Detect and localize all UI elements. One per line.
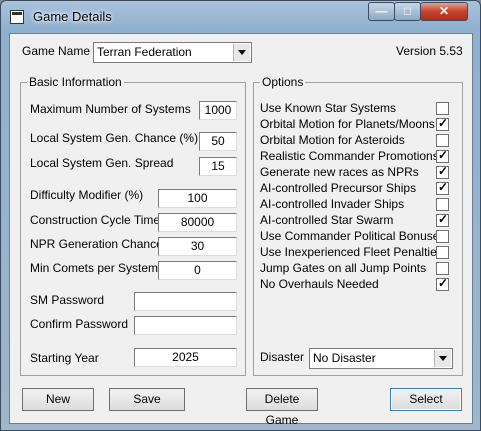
local-gen-chance-input[interactable]: 50 xyxy=(199,132,237,151)
option-checkbox[interactable] xyxy=(436,212,449,227)
option-checkbox[interactable] xyxy=(436,134,449,147)
option-label: Generate new races as NPRs xyxy=(260,165,419,179)
option-row[interactable]: AI-controlled Precursor Ships xyxy=(260,180,456,196)
close-icon: ✕ xyxy=(438,4,450,18)
basic-information-group: Basic Information Maximum Number of Syst… xyxy=(20,75,246,376)
option-label: Use Inexperienced Fleet Penalties xyxy=(260,245,443,259)
local-gen-chance-label: Local System Gen. Chance (%) xyxy=(30,131,199,145)
npr-generation-label: NPR Generation Chance xyxy=(30,237,163,251)
max-systems-label: Maximum Number of Systems xyxy=(30,102,191,116)
save-button[interactable]: Save xyxy=(109,388,185,411)
option-label: No Overhauls Needed xyxy=(260,277,379,291)
disaster-label: Disaster xyxy=(260,350,305,364)
sm-password-input[interactable] xyxy=(134,292,237,311)
starting-year-input[interactable]: 2025 xyxy=(134,348,237,367)
option-label: Realistic Commander Promotions xyxy=(260,149,439,163)
delete-game-button[interactable]: Delete Game xyxy=(246,388,318,427)
game-name-value: Terran Federation xyxy=(97,45,192,59)
difficulty-modifier-label: Difficulty Modifier (%) xyxy=(30,188,144,202)
close-button[interactable]: ✕ xyxy=(420,2,468,21)
option-checkbox[interactable] xyxy=(436,116,449,131)
option-checkbox[interactable] xyxy=(436,246,449,259)
option-row[interactable]: AI-controlled Invader Ships xyxy=(260,197,456,212)
confirm-password-input[interactable] xyxy=(134,316,237,335)
option-row[interactable]: AI-controlled Star Swarm xyxy=(260,212,456,228)
basic-information-legend: Basic Information xyxy=(27,75,124,89)
confirm-password-label: Confirm Password xyxy=(30,317,129,331)
disaster-value: No Disaster xyxy=(313,351,376,365)
option-row[interactable]: No Overhauls Needed xyxy=(260,276,456,292)
dialog-body: Game Name Terran Federation Version 5.53… xyxy=(9,33,473,427)
option-checkbox[interactable] xyxy=(436,262,449,275)
option-row[interactable]: Use Inexperienced Fleet Penalties xyxy=(260,245,456,260)
option-label: AI-controlled Precursor Ships xyxy=(260,181,417,195)
options-group: Options Use Known Star Systems Orbital Mo… xyxy=(253,75,463,376)
option-label: Jump Gates on all Jump Points xyxy=(260,261,427,275)
options-legend: Options xyxy=(260,75,306,89)
local-gen-spread-input[interactable]: 15 xyxy=(199,157,237,176)
minimize-button[interactable]: — xyxy=(368,2,395,21)
app-icon xyxy=(10,10,24,24)
difficulty-modifier-input[interactable]: 100 xyxy=(158,189,237,208)
option-row[interactable]: Orbital Motion for Planets/Moons xyxy=(260,116,456,132)
version-label: Version 5.53 xyxy=(396,44,463,58)
option-row[interactable]: Use Commander Political Bonuses xyxy=(260,229,456,244)
title-bar[interactable]: Game Details — □ ✕ xyxy=(1,1,480,33)
option-checkbox[interactable] xyxy=(436,148,449,163)
select-button[interactable]: Select xyxy=(390,388,462,411)
max-systems-input[interactable]: 1000 xyxy=(199,101,237,120)
delete-game-button-label: Delete Game xyxy=(264,392,300,427)
option-row[interactable]: Realistic Commander Promotions xyxy=(260,148,456,164)
option-label: Orbital Motion for Planets/Moons xyxy=(260,117,435,131)
new-button-label: New xyxy=(45,392,70,406)
local-gen-spread-label: Local System Gen. Spread xyxy=(30,156,174,170)
option-checkbox[interactable] xyxy=(436,198,449,211)
option-row[interactable]: Generate new races as NPRs xyxy=(260,164,456,180)
chevron-down-icon xyxy=(434,350,451,367)
option-checkbox[interactable] xyxy=(436,276,449,291)
min-comets-label: Min Comets per System xyxy=(30,261,159,275)
new-button[interactable]: New xyxy=(22,388,94,411)
game-name-label: Game Name xyxy=(22,44,91,58)
npr-generation-input[interactable]: 30 xyxy=(158,237,237,256)
starting-year-label: Starting Year xyxy=(30,351,99,365)
option-checkbox[interactable] xyxy=(436,180,449,195)
option-label: Use Known Star Systems xyxy=(260,101,397,115)
option-checkbox[interactable] xyxy=(436,102,449,115)
sm-password-label: SM Password xyxy=(30,293,105,307)
option-row[interactable]: Jump Gates on all Jump Points xyxy=(260,261,456,276)
option-checkbox[interactable] xyxy=(436,164,449,179)
construction-cycle-label: Construction Cycle Time xyxy=(30,213,161,227)
game-name-dropdown[interactable]: Terran Federation xyxy=(93,42,252,63)
option-checkbox[interactable] xyxy=(436,230,449,243)
chevron-down-icon xyxy=(233,44,250,61)
minimize-icon: — xyxy=(375,4,388,18)
select-button-label: Select xyxy=(409,392,443,406)
option-label: Use Commander Political Bonuses xyxy=(260,229,446,243)
game-details-window: Game Details — □ ✕ Game Name Terran Fede… xyxy=(0,0,481,431)
save-button-label: Save xyxy=(133,392,161,406)
option-row[interactable]: Orbital Motion for Asteroids xyxy=(260,133,456,148)
option-label: AI-controlled Invader Ships xyxy=(260,197,405,211)
option-label: AI-controlled Star Swarm xyxy=(260,213,394,227)
option-row[interactable]: Use Known Star Systems xyxy=(260,101,456,116)
disaster-dropdown[interactable]: No Disaster xyxy=(309,348,453,369)
window-title: Game Details xyxy=(33,9,112,24)
min-comets-input[interactable]: 0 xyxy=(158,261,237,280)
construction-cycle-input[interactable]: 80000 xyxy=(158,213,237,232)
option-label: Orbital Motion for Asteroids xyxy=(260,133,405,147)
maximize-icon: □ xyxy=(403,4,412,18)
maximize-button[interactable]: □ xyxy=(394,2,421,21)
